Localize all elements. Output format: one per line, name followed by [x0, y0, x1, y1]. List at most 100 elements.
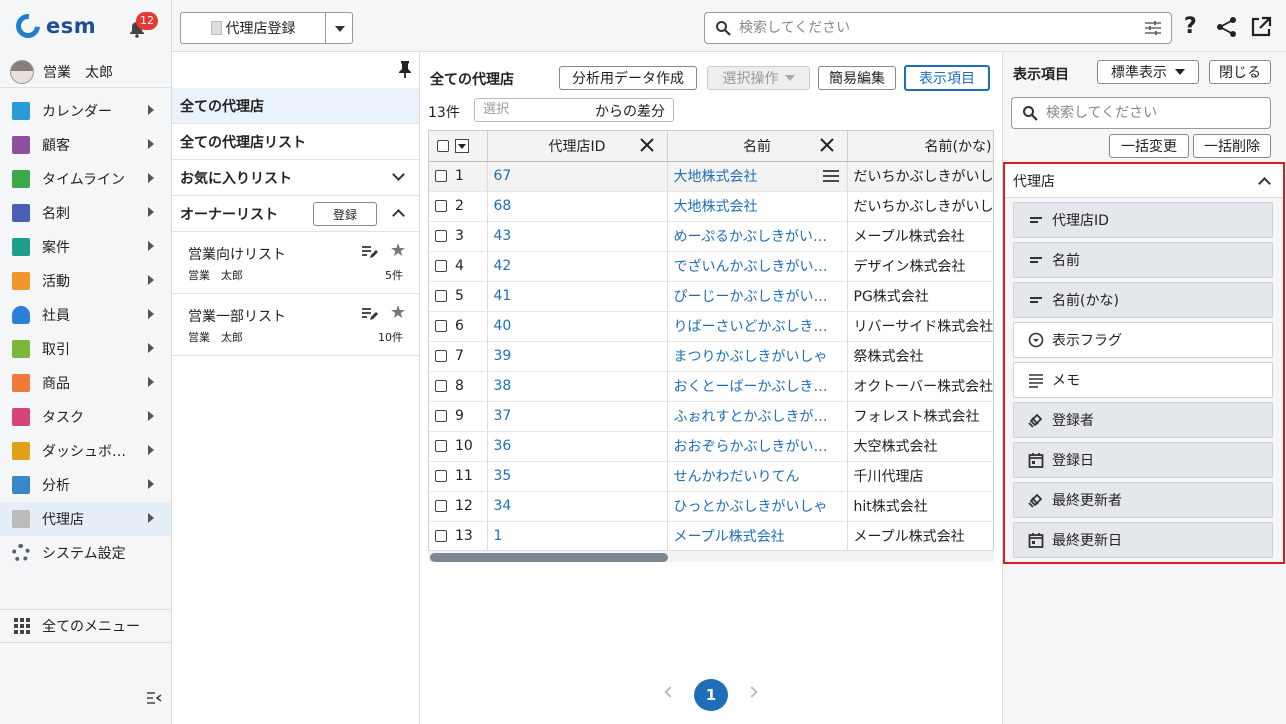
cell-agency-id[interactable]: 37 — [487, 401, 668, 432]
search-options-icon[interactable] — [1145, 21, 1161, 35]
cell-name-link[interactable]: ぴーじーかぶしきがいしゃ — [674, 286, 840, 306]
cell-name[interactable]: まつりかぶしきがいしゃ — [667, 341, 848, 372]
cell-agency-id[interactable]: 43 — [487, 221, 668, 252]
row-checkbox[interactable] — [435, 170, 447, 182]
chevron-right-icon[interactable] — [148, 411, 154, 421]
chevron-up-icon[interactable] — [392, 209, 405, 222]
cell-name[interactable]: せんかわだいりてん — [667, 461, 848, 492]
star-icon[interactable]: ★ — [390, 242, 406, 260]
table-row[interactable]: 5 41 ぴーじーかぶしきがいしゃ PG株式会社 — [429, 281, 993, 312]
bulk-delete-button[interactable]: 一括削除 — [1193, 134, 1271, 158]
cell-name[interactable]: ふぉれすとかぶしきがいしゃ — [667, 401, 848, 432]
column-header-agency-id[interactable]: 代理店ID — [487, 131, 668, 162]
chevron-right-icon[interactable] — [148, 139, 154, 149]
sidebar-item[interactable]: 取引 — [0, 332, 171, 366]
table-row[interactable]: 4 42 でざいんかぶしきがいしゃ デザイン株式会社 — [429, 251, 993, 282]
cell-name[interactable]: りばーさいどかぶしきがいしゃ — [667, 311, 848, 342]
table-row[interactable]: 7 39 まつりかぶしきがいしゃ 祭株式会社 — [429, 341, 993, 372]
cell-name-link[interactable]: めーぷるかぶしきがいしゃ — [674, 226, 840, 246]
select-all-checkbox[interactable] — [437, 139, 449, 152]
cell-agency-id[interactable]: 36 — [487, 431, 668, 462]
cell-name-link[interactable]: 大地株式会社 — [674, 196, 758, 216]
cell-name-link[interactable]: おおぞらかぶしきがいしゃ — [674, 436, 840, 456]
esm-logo[interactable]: esm — [11, 9, 96, 43]
user-profile[interactable]: 営業 太郎 — [0, 56, 171, 88]
scrollbar-thumb[interactable] — [430, 553, 668, 562]
cell-name-link[interactable]: ふぉれすとかぶしきがいしゃ — [674, 406, 840, 426]
field-item[interactable]: 名前 — [1013, 242, 1273, 278]
sidebar-item[interactable]: システム設定 — [0, 536, 171, 570]
table-row[interactable]: 11 35 せんかわだいりてん 千川代理店 — [429, 461, 993, 492]
chevron-right-icon[interactable] — [746, 686, 758, 698]
cell-name-link[interactable]: りばーさいどかぶしきがいしゃ — [674, 316, 840, 336]
cell-name[interactable]: 大地株式会社 — [667, 161, 848, 192]
chevron-right-icon[interactable] — [148, 343, 154, 353]
edit-list-icon[interactable] — [362, 307, 378, 321]
cell-agency-id[interactable]: 41 — [487, 281, 668, 312]
column-header-name[interactable]: 名前 — [667, 131, 848, 162]
field-item[interactable]: 最終更新者 — [1013, 482, 1273, 518]
chevron-right-icon[interactable] — [148, 513, 154, 523]
select-dropdown-icon[interactable] — [455, 138, 469, 153]
row-checkbox[interactable] — [435, 200, 447, 212]
field-item[interactable]: 登録者 — [1013, 402, 1273, 438]
cell-name[interactable]: メープル株式会社 — [667, 521, 848, 552]
table-row[interactable]: 10 36 おおぞらかぶしきがいしゃ 大空株式会社 — [429, 431, 993, 462]
cell-name[interactable]: ぴーじーかぶしきがいしゃ — [667, 281, 848, 312]
chevron-right-icon[interactable] — [148, 445, 154, 455]
select-operation-button[interactable]: 選択操作 — [707, 66, 810, 90]
table-row[interactable]: 1 67 大地株式会社 だいちかぶしきがいしゃ — [429, 161, 993, 192]
owner-list-register-button[interactable]: 登録 — [313, 202, 377, 226]
field-item[interactable]: 代理店ID — [1013, 202, 1273, 238]
cell-name[interactable]: 大地株式会社 — [667, 191, 848, 222]
cell-name[interactable]: めーぷるかぶしきがいしゃ — [667, 221, 848, 252]
cell-name-link[interactable]: 大地株式会社 — [674, 166, 758, 186]
field-group-header[interactable]: 代理店 — [1005, 164, 1283, 198]
cell-name-link[interactable]: メープル株式会社 — [674, 526, 785, 546]
sidebar-item[interactable]: 名刺 — [0, 196, 171, 230]
cell-agency-id[interactable]: 40 — [487, 311, 668, 342]
row-checkbox[interactable] — [435, 530, 447, 542]
collapse-menu-icon[interactable] — [146, 690, 162, 706]
row-checkbox[interactable] — [435, 440, 447, 452]
close-panel-button[interactable]: 閉じる — [1209, 60, 1271, 84]
chevron-right-icon[interactable] — [148, 479, 154, 489]
row-checkbox[interactable] — [435, 320, 447, 332]
cell-agency-id[interactable]: 34 — [487, 491, 668, 522]
owner-list-item[interactable]: 営業向けリスト 営業 太郎 5件 ★ — [172, 232, 419, 294]
sidebar-item[interactable]: 顧客 — [0, 128, 171, 162]
page-button-current[interactable]: 1 — [694, 679, 728, 711]
sidebar-item[interactable]: 商品 — [0, 366, 171, 400]
global-search-input[interactable] — [739, 20, 1139, 36]
sidebar-item[interactable]: 社員 — [0, 298, 171, 332]
sidebar-item[interactable]: 代理店 — [0, 502, 171, 536]
table-row[interactable]: 12 34 ひっとかぶしきがいしゃ hit株式会社 — [429, 491, 993, 522]
cell-agency-id[interactable]: 42 — [487, 251, 668, 282]
field-item[interactable]: メモ — [1013, 362, 1273, 398]
list-favorites[interactable]: お気に入りリスト — [172, 160, 419, 196]
register-agency-button[interactable]: 代理店登録 — [180, 12, 326, 44]
list-all-agency-lists[interactable]: 全ての代理店リスト — [172, 124, 419, 160]
star-icon[interactable]: ★ — [390, 304, 406, 322]
row-checkbox[interactable] — [435, 350, 447, 362]
chevron-left-icon[interactable] — [664, 686, 676, 698]
cell-name[interactable]: でざいんかぶしきがいしゃ — [667, 251, 848, 282]
column-header-name-kana[interactable]: 名前(かな) — [847, 131, 993, 162]
close-icon[interactable] — [639, 137, 655, 153]
create-analysis-data-button[interactable]: 分析用データ作成 — [559, 66, 697, 90]
cell-name-link[interactable]: まつりかぶしきがいしゃ — [674, 346, 828, 366]
chevron-right-icon[interactable] — [148, 377, 154, 387]
edit-list-icon[interactable] — [362, 245, 378, 259]
table-row[interactable]: 13 1 メープル株式会社 メープル株式会社 — [429, 521, 993, 552]
row-menu-icon[interactable] — [822, 169, 839, 182]
share-icon[interactable] — [1216, 16, 1238, 38]
row-checkbox[interactable] — [435, 470, 447, 482]
sidebar-item[interactable]: タイムライン — [0, 162, 171, 196]
sidebar-item[interactable]: 案件 — [0, 230, 171, 264]
field-item[interactable]: 表示フラグ — [1013, 322, 1273, 358]
cell-name[interactable]: おくとーばーかぶしきがいしゃ — [667, 371, 848, 402]
field-item[interactable]: 最終更新日 — [1013, 522, 1273, 558]
bulk-change-button[interactable]: 一括変更 — [1109, 134, 1189, 158]
cell-name-link[interactable]: ひっとかぶしきがいしゃ — [674, 496, 828, 516]
chevron-up-icon[interactable] — [1258, 177, 1271, 190]
